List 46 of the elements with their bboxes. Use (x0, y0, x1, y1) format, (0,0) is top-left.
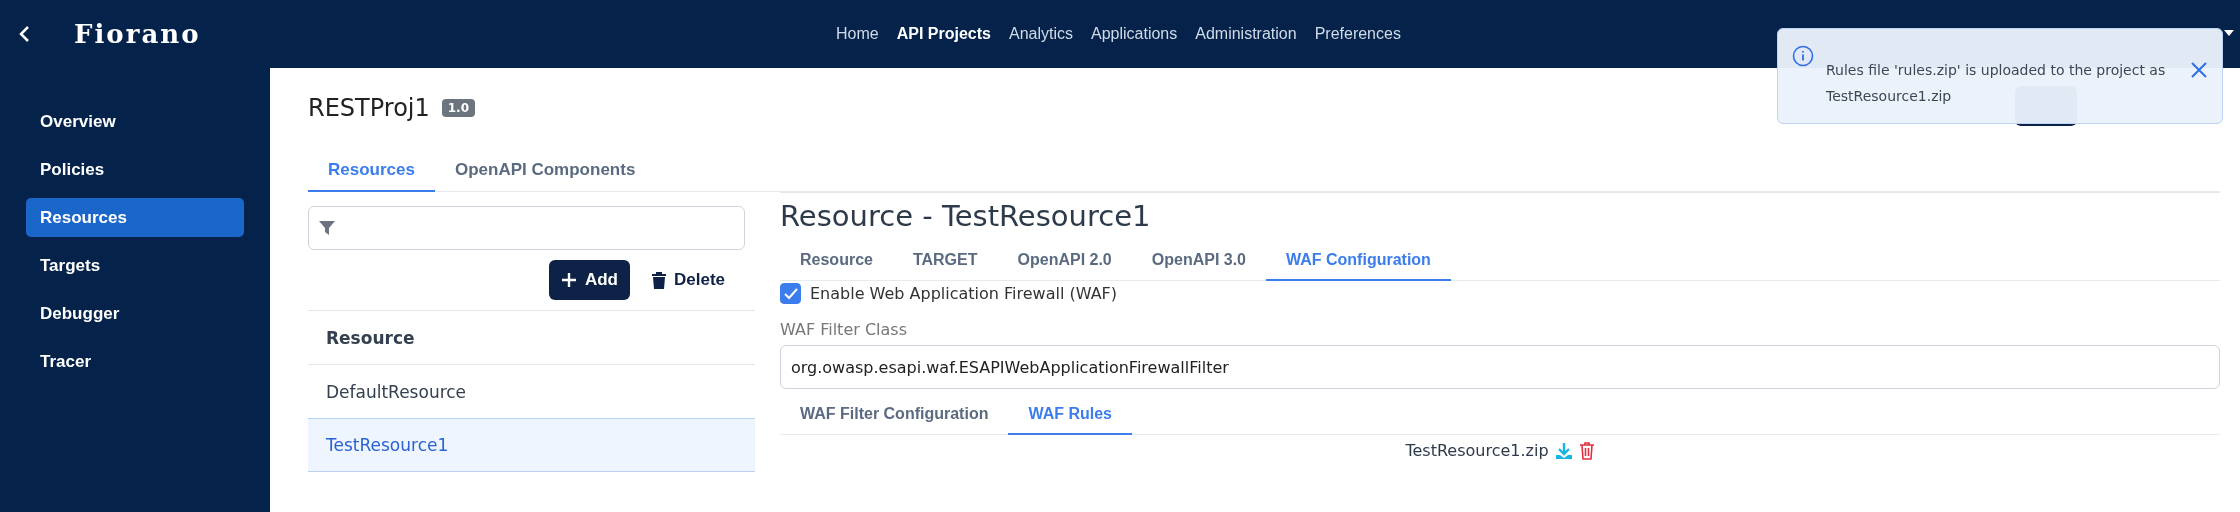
nav-link[interactable]: API Projects (896, 25, 991, 43)
back-icon[interactable] (18, 25, 30, 43)
nav-link[interactable]: Administration (1195, 25, 1297, 43)
tab[interactable]: OpenAPI 3.0 (1131, 241, 1266, 281)
tab[interactable]: OpenAPI 2.0 (997, 241, 1132, 281)
resource-row[interactable]: TestResource1 (308, 418, 755, 472)
tab[interactable]: Resources (308, 150, 435, 192)
field-label: WAF Filter Class (780, 320, 908, 339)
delete-button[interactable]: Delete (651, 270, 725, 290)
version-badge: 1.0 (441, 99, 475, 117)
checkbox-label: Enable Web Application Firewall (WAF) (810, 284, 1118, 303)
filter-class-field[interactable]: org.owasp.esapi.waf.ESAPIWebApplicationFirewallFilter (780, 345, 2220, 389)
file-name: TestResource1.zip (1405, 441, 1549, 460)
nav-link[interactable]: Preferences (1314, 25, 1401, 43)
sidebar-item[interactable]: Policies (26, 150, 244, 189)
tab[interactable]: TARGET (892, 241, 998, 281)
caret-icon[interactable] (2224, 30, 2234, 36)
nav-link[interactable]: Analytics (1008, 25, 1073, 43)
checkbox[interactable] (780, 283, 801, 304)
sidebar-item[interactable]: Debugger (26, 294, 244, 333)
logo: Fiorano (74, 19, 201, 49)
column-header: Resource (308, 310, 755, 364)
close-icon[interactable] (2190, 61, 2208, 79)
trash-icon (651, 271, 666, 289)
tab[interactable]: WAF Filter Configuration (780, 395, 1009, 435)
tab[interactable]: WAF Rules (1008, 395, 1132, 435)
project-title: RESTProj1 (308, 94, 430, 122)
resource-title: Resource - TestResource1 (780, 199, 1152, 233)
tab[interactable]: Resource (780, 241, 893, 281)
sidebar-item[interactable]: Resources (26, 198, 244, 237)
nav-link[interactable]: Home (836, 25, 879, 43)
sidebar-item[interactable]: Tracer (26, 342, 244, 381)
tab[interactable]: OpenAPI Components (434, 150, 656, 192)
tab[interactable]: WAF Configuration (1266, 241, 1451, 281)
add-button[interactable]: Add (548, 260, 630, 300)
download-icon[interactable] (1554, 441, 1573, 460)
check-icon (783, 287, 798, 300)
filter-field[interactable] (308, 206, 745, 250)
notification-message: Rules file 'rules.zip' is uploaded to the project as TestResource1.zip (1826, 61, 2167, 106)
sidebar-item[interactable]: Overview (26, 102, 244, 141)
plus-icon (560, 272, 577, 288)
filter-icon (319, 220, 335, 236)
sidebar-item[interactable]: Targets (26, 246, 244, 285)
trash-icon[interactable] (1578, 441, 1595, 460)
info-icon (1792, 45, 1814, 67)
nav-link[interactable]: Applications (1091, 25, 1178, 43)
